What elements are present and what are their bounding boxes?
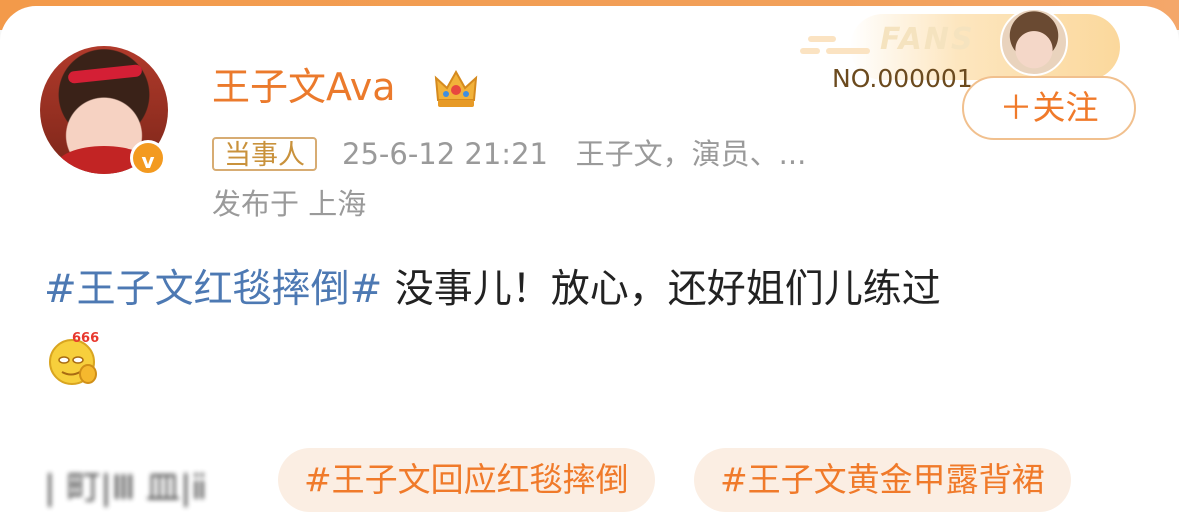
- fans-label: FANS: [880, 22, 975, 57]
- post-meta: 25-6-12 21:21 王子文，演员、...: [342, 134, 806, 174]
- blurred-source-text: | 町|Ⅲ 皿|ⅱ: [44, 468, 207, 508]
- timestamp: 25-6-12 21:21: [342, 137, 548, 171]
- post-body: 没事儿！放心，还好姐们儿练过: [382, 267, 941, 312]
- post-hashtag-link[interactable]: #王子文红毯摔倒#: [44, 267, 382, 312]
- user-name[interactable]: 王子文Ava: [212, 62, 396, 112]
- user-description: 王子文，演员、...: [575, 137, 807, 171]
- emoji-666-icon: 666: [49, 331, 99, 385]
- post-text: #王子文红毯摔倒# 没事儿！放心，还好姐们儿练过: [44, 262, 941, 318]
- party-tag: 当事人: [212, 137, 317, 171]
- crown-icon: [434, 69, 478, 107]
- verified-icon: v: [130, 140, 166, 176]
- fans-avatar: [1000, 8, 1068, 76]
- topic-chip-1[interactable]: #王子文回应红毯摔倒: [278, 448, 655, 512]
- post-location: 发布于 上海: [212, 187, 367, 221]
- topic-chip-2[interactable]: #王子文黄金甲露背裙: [694, 448, 1071, 512]
- avatar-headband: [67, 64, 143, 84]
- fans-number: NO.000001: [832, 64, 973, 93]
- emoji-666-label: 666: [72, 331, 99, 346]
- follow-button[interactable]: ＋关注: [962, 76, 1136, 140]
